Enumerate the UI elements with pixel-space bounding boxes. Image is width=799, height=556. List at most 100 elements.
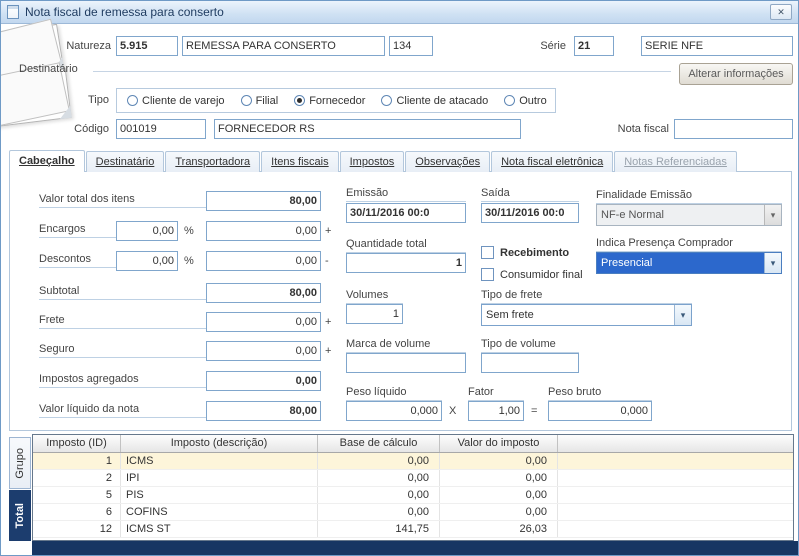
tab-cabecalho[interactable]: Cabeçalho	[9, 150, 85, 172]
seguro-field[interactable]: 0,00	[206, 341, 321, 361]
impostos-agregados-field[interactable]: 0,00	[206, 371, 321, 391]
percent-symbol: %	[184, 255, 194, 267]
table-row[interactable]: 1 ICMS 0,00 0,00	[33, 453, 793, 470]
table-row[interactable]: 5 PIS 0,00 0,00	[33, 487, 793, 504]
seguro-label: Seguro	[39, 343, 206, 358]
cell-valor-imposto: 0,00	[440, 470, 558, 486]
radio-cliente-varejo[interactable]: Cliente de varejo	[127, 95, 225, 107]
radio-cliente-atacado[interactable]: Cliente de atacado	[381, 95, 488, 107]
vtab-label: Grupo	[14, 447, 26, 479]
marca-volume-field[interactable]	[346, 353, 466, 373]
chevron-down-icon[interactable]: ▾	[764, 205, 781, 225]
peso-liquido-field[interactable]: 0,000	[346, 401, 442, 421]
serie-desc-field[interactable]: SERIE NFE	[641, 36, 793, 56]
quantidade-total-field[interactable]: 1	[346, 253, 466, 273]
titlebar: Nota fiscal de remessa para conserto ✕	[1, 1, 798, 24]
tab-bar: Cabeçalho Destinatário Transportadora It…	[9, 150, 738, 172]
tipo-volume-label: Tipo de volume	[481, 338, 579, 353]
cell-valor-imposto: 0,00	[440, 453, 558, 469]
volumes-field[interactable]: 1	[346, 304, 403, 324]
close-button[interactable]: ✕	[770, 4, 792, 20]
natureza-cfop-field[interactable]: 134	[389, 36, 433, 56]
frete-field[interactable]: 0,00	[206, 312, 321, 332]
column-header-valor-imposto[interactable]: Valor do imposto	[440, 435, 558, 452]
recebimento-label: Recebimento	[500, 247, 570, 259]
serie-code-field[interactable]: 21	[574, 36, 614, 56]
recebimento-checkbox[interactable]	[481, 246, 494, 259]
plus-symbol: +	[325, 316, 332, 328]
radio-selected-icon	[294, 95, 306, 106]
destinatario-section-label: Destinatário	[19, 63, 78, 75]
table-row[interactable]: 6 COFINS 0,00 0,00	[33, 504, 793, 521]
cell-imposto-id: 1	[33, 453, 121, 469]
vtab-total[interactable]: Total	[9, 490, 31, 541]
tab-itens-fiscais[interactable]: Itens fiscais	[261, 151, 339, 172]
natureza-code-field[interactable]: 5.915	[116, 36, 178, 56]
descontos-pct-field[interactable]: 0,00	[116, 251, 178, 271]
tab-transportadora[interactable]: Transportadora	[165, 151, 261, 172]
cell-base-calculo: 141,75	[318, 521, 440, 537]
chevron-down-icon[interactable]: ▾	[674, 305, 691, 325]
peso-liquido-label: Peso líquido	[346, 386, 442, 401]
natureza-desc-field[interactable]: REMESSA PARA CONSERTO	[182, 36, 385, 56]
tipo-frete-label: Tipo de frete	[481, 289, 692, 304]
impostos-grid: Imposto (ID) Imposto (descrição) Base de…	[32, 434, 794, 541]
cell-filler	[558, 487, 793, 503]
radio-outro[interactable]: Outro	[504, 95, 547, 107]
valor-liquido-label: Valor líquido da nota	[39, 403, 206, 418]
plus-symbol: +	[325, 225, 332, 237]
descontos-label: Descontos	[39, 253, 116, 268]
column-header-imposto-id[interactable]: Imposto (ID)	[33, 435, 121, 452]
column-header-imposto-descricao[interactable]: Imposto (descrição)	[121, 435, 318, 452]
vtab-label: Total	[14, 502, 26, 529]
volumes-label: Volumes	[346, 289, 403, 304]
table-row[interactable]: 12 ICMS ST 141,75 26,03	[33, 521, 793, 538]
alterar-informacoes-button[interactable]: Alterar informações	[679, 63, 793, 85]
saida-field[interactable]: 30/11/2016 00:0	[481, 203, 579, 223]
cell-imposto-descricao: PIS	[121, 487, 318, 503]
descontos-valor-field[interactable]: 0,00	[206, 251, 321, 271]
dropdown-value: NF-e Normal	[601, 209, 664, 221]
peso-bruto-field[interactable]: 0,000	[548, 401, 652, 421]
equals-symbol: =	[531, 405, 538, 417]
tab-destinatario[interactable]: Destinatário	[85, 151, 165, 172]
vtab-grupo[interactable]: Grupo	[9, 437, 31, 489]
tipo-volume-field[interactable]	[481, 353, 579, 373]
nota-fiscal-field[interactable]	[674, 119, 793, 139]
encargos-pct-field[interactable]: 0,00	[116, 221, 178, 241]
cell-imposto-id: 12	[33, 521, 121, 537]
finalidade-label: Finalidade Emissão	[596, 189, 782, 204]
radio-filial[interactable]: Filial	[240, 94, 279, 107]
chevron-down-icon[interactable]: ▾	[764, 253, 781, 273]
tab-label: Nota fiscal eletrônica	[501, 156, 604, 168]
consumidor-final-label: Consumidor final	[500, 269, 583, 281]
radio-label: Cliente de atacado	[396, 94, 489, 107]
encargos-label: Encargos	[39, 223, 116, 238]
finalidade-dropdown[interactable]: NF-e Normal ▾	[596, 204, 782, 226]
valor-total-field[interactable]: 80,00	[206, 191, 321, 211]
consumidor-final-checkbox[interactable]	[481, 268, 494, 281]
tab-observacoes[interactable]: Observações	[405, 151, 491, 172]
fator-field[interactable]: 1,00	[468, 401, 524, 421]
tab-impostos[interactable]: Impostos	[339, 151, 405, 172]
presenca-comprador-dropdown[interactable]: Presencial ▾	[596, 252, 782, 274]
document-icon	[7, 5, 19, 19]
subtotal-field[interactable]: 80,00	[206, 283, 321, 303]
table-row[interactable]: 2 IPI 0,00 0,00	[33, 470, 793, 487]
tipo-frete-dropdown[interactable]: Sem frete ▾	[481, 304, 692, 326]
radio-label: Filial	[255, 94, 279, 107]
codigo-field[interactable]: 001019	[116, 119, 206, 139]
times-symbol: X	[449, 405, 457, 417]
encargos-valor-field[interactable]: 0,00	[206, 221, 321, 241]
radio-fornecedor[interactable]: Fornecedor	[294, 95, 365, 107]
cell-valor-imposto: 0,00	[440, 487, 558, 503]
valor-liquido-field[interactable]: 80,00	[206, 401, 321, 421]
cell-base-calculo: 0,00	[318, 487, 440, 503]
cell-imposto-id: 2	[33, 470, 121, 486]
dropdown-value: Presencial	[597, 253, 764, 273]
codigo-desc-field[interactable]: FORNECEDOR RS	[214, 119, 521, 139]
column-header-base-calculo[interactable]: Base de cálculo	[318, 435, 440, 452]
tab-nota-fiscal-eletronica[interactable]: Nota fiscal eletrônica	[491, 151, 614, 172]
emissao-field[interactable]: 30/11/2016 00:0	[346, 203, 466, 223]
peso-bruto-label: Peso bruto	[548, 386, 652, 401]
